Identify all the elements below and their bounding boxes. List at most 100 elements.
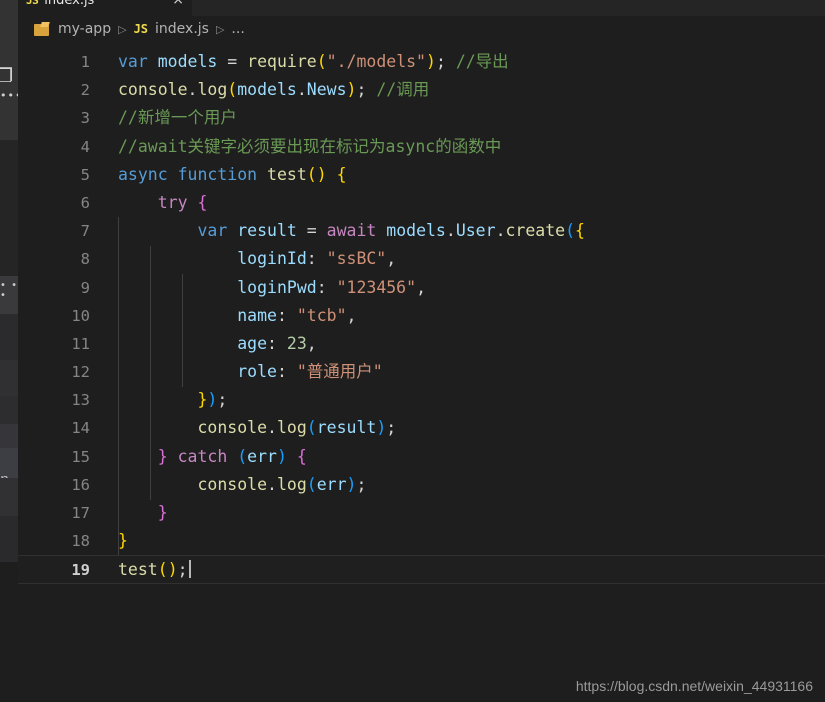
explorer-dots-icon[interactable]: • • • xyxy=(0,281,18,301)
code-line-text: console.log(result); xyxy=(118,414,396,442)
code-line-text: } xyxy=(118,499,168,527)
code-line[interactable]: 4 //await关键字必须要出现在标记为async的函数中 xyxy=(18,133,825,161)
explorer-segment-h[interactable] xyxy=(0,478,18,516)
code-token: result xyxy=(237,221,297,241)
code-line[interactable]: 18} xyxy=(18,527,825,555)
code-line[interactable]: 16 console.log(err); xyxy=(18,471,825,499)
code-token: . xyxy=(445,221,456,241)
line-number: 2 xyxy=(80,81,90,100)
code-line[interactable]: 3 //新增一个用户 xyxy=(18,104,825,132)
breadcrumb-item-symbols[interactable]: ... xyxy=(231,21,244,37)
code-line[interactable]: 13 }); xyxy=(18,386,825,414)
code-token: //调用 xyxy=(376,80,430,100)
code-token: } xyxy=(157,503,168,522)
code-token: test xyxy=(118,560,158,580)
code-token: "ssBC" xyxy=(326,249,387,269)
code-token: { xyxy=(575,221,585,241)
explorer-segment-e[interactable] xyxy=(0,396,18,424)
editor-group: JS index.js × my-app ▷ JS index.js ▷ ...… xyxy=(18,0,825,702)
code-token: : xyxy=(267,333,277,353)
code-token: models xyxy=(157,52,218,71)
code-line[interactable]: 1 var models = require("./models"); //导出 xyxy=(18,48,825,76)
code-token: ) xyxy=(276,446,287,466)
explorer-segment-f[interactable] xyxy=(0,424,18,448)
code-token: , xyxy=(306,333,317,353)
code-token: : xyxy=(276,305,287,325)
code-line[interactable]: 2 console.log(models.News); //调用 xyxy=(18,76,825,104)
line-number: 17 xyxy=(71,504,90,522)
code-line[interactable]: 8 loginId: "ssBC", xyxy=(18,245,825,273)
code-line[interactable]: 9 loginPwd: "123456", xyxy=(18,274,825,302)
code-line[interactable]: 7 var result = await models.User.create(… xyxy=(18,217,825,245)
code-token: err xyxy=(316,474,347,494)
line-number: 12 xyxy=(71,363,90,382)
code-token: ) xyxy=(207,390,218,410)
code-token: ( xyxy=(316,52,327,71)
code-line-text: var result = await models.User.create({ xyxy=(118,217,585,245)
line-number: 11 xyxy=(71,334,90,353)
code-line[interactable]: 5 async function test() { xyxy=(18,161,825,189)
code-line[interactable]: 15 } catch (err) { xyxy=(18,443,825,471)
breadcrumb-item-folder[interactable]: my-app xyxy=(58,21,111,37)
code-line-text: }); xyxy=(118,386,227,414)
code-line[interactable]: 17 } xyxy=(18,499,825,527)
explorer-segment-a[interactable] xyxy=(0,140,18,276)
code-token: ) xyxy=(346,80,357,100)
line-number: 5 xyxy=(80,165,90,184)
line-number: 15 xyxy=(71,447,90,466)
line-number: 14 xyxy=(71,419,90,438)
code-line-text: var models = require("./models"); //导出 xyxy=(118,48,509,76)
explorer-segment-i[interactable] xyxy=(0,516,18,562)
files-explorer-icon[interactable]: ❐ xyxy=(0,64,18,88)
explorer-empty-area xyxy=(0,562,18,702)
code-token: . xyxy=(267,474,277,494)
watermark-url: https://blog.csdn.net/weixin_44931166 xyxy=(575,678,813,694)
code-line-text: //await关键字必须要出现在标记为async的函数中 xyxy=(118,133,501,161)
code-line[interactable]: 10 name: "tcb", xyxy=(18,302,825,330)
breadcrumb-item-file[interactable]: index.js xyxy=(155,21,209,37)
code-line-text: name: "tcb", xyxy=(118,302,356,330)
line-number: 3 xyxy=(80,109,90,128)
code-token: ) xyxy=(316,164,327,184)
code-line-text: } catch (err) { xyxy=(118,443,307,471)
code-line-text: role: "普通用户" xyxy=(118,358,383,386)
code-line-active[interactable]: 19 test(); xyxy=(18,555,825,584)
code-token: console xyxy=(197,474,268,494)
code-token: , xyxy=(346,305,357,325)
code-line[interactable]: 12 role: "普通用户" xyxy=(18,358,825,386)
close-icon[interactable]: × xyxy=(164,0,184,7)
code-token: ; xyxy=(177,560,188,580)
line-number: 4 xyxy=(80,137,90,156)
code-line[interactable]: 6 try { xyxy=(18,189,825,217)
code-token: ) xyxy=(376,418,387,438)
tab-index-js[interactable]: JS index.js × xyxy=(18,0,192,16)
code-token: { xyxy=(336,164,347,184)
code-line[interactable]: 14 console.log(result); xyxy=(18,414,825,442)
explorer-segment-d[interactable] xyxy=(0,360,18,396)
code-line-text: try { xyxy=(118,189,208,217)
editor-tab-bar: JS index.js × xyxy=(18,0,825,16)
code-token: ; xyxy=(435,52,446,71)
code-token: role xyxy=(237,362,277,382)
explorer-segment-c[interactable] xyxy=(0,314,18,360)
code-line[interactable]: 11 age: 23, xyxy=(18,330,825,358)
code-editor[interactable]: 1 var models = require("./models"); //导出 2… xyxy=(18,48,825,608)
more-dots-icon[interactable]: ••• xyxy=(0,90,18,101)
javascript-file-icon: JS xyxy=(26,0,39,7)
